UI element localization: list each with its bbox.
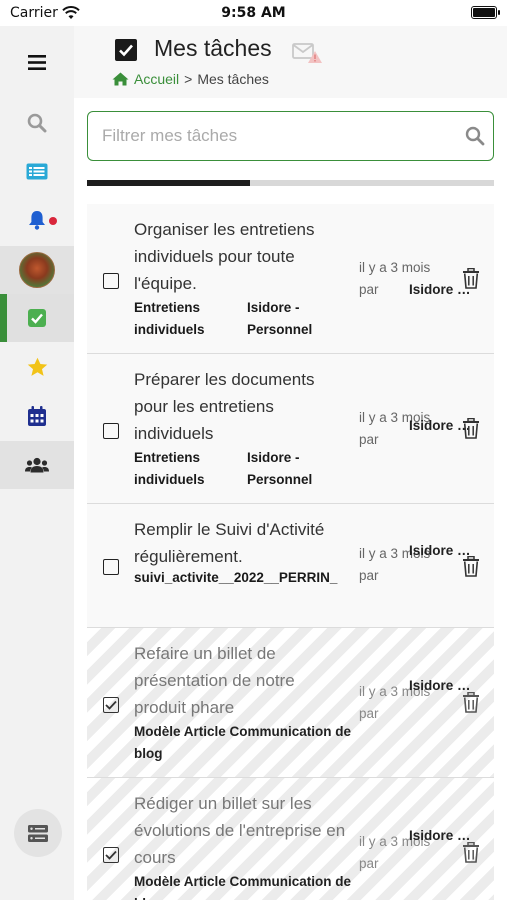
tasks-nav-button[interactable] bbox=[0, 294, 74, 342]
title-checkbox-icon bbox=[115, 39, 137, 61]
task-author: Isidore P… bbox=[409, 828, 473, 843]
news-nav-button[interactable] bbox=[0, 147, 74, 195]
menu-button[interactable] bbox=[0, 38, 74, 86]
team-nav-button[interactable] bbox=[0, 441, 74, 489]
load-progress-bar bbox=[87, 180, 494, 186]
progress-fill bbox=[87, 180, 250, 186]
search-icon bbox=[27, 113, 47, 133]
page-header: Mes tâches Accueil > Mes tâches bbox=[74, 26, 507, 98]
task-list: Organiser les entretiens individuels pou… bbox=[87, 204, 494, 900]
battery-tip bbox=[498, 10, 500, 15]
task-checkbox[interactable] bbox=[103, 559, 119, 575]
server-button[interactable] bbox=[14, 809, 62, 857]
trash-icon[interactable] bbox=[462, 555, 480, 581]
task-title[interactable]: Remplir le Suivi d'Activité régulièremen… bbox=[134, 516, 346, 570]
breadcrumb-current: Mes tâches bbox=[197, 71, 269, 87]
task-owner-group: Isidore - Personnel bbox=[247, 450, 313, 487]
task-checkbox-checked[interactable] bbox=[103, 697, 119, 713]
mail-warning-icon[interactable] bbox=[292, 43, 324, 69]
task-checkbox[interactable] bbox=[103, 423, 119, 439]
list-card-icon bbox=[26, 163, 48, 179]
bell-icon bbox=[29, 211, 45, 230]
notification-dot bbox=[49, 217, 57, 225]
page-title: Mes tâches bbox=[154, 35, 272, 61]
task-row[interactable]: Organiser les entretiens individuels pou… bbox=[87, 204, 494, 354]
task-author: Isidore P… bbox=[409, 678, 473, 693]
task-title[interactable]: Organiser les entretiens individuels pou… bbox=[134, 216, 346, 297]
trash-icon[interactable] bbox=[462, 267, 480, 293]
status-bar: Carrier 9:58 AM bbox=[0, 0, 507, 26]
task-tag: Modèle Article Communication de blog bbox=[134, 724, 352, 761]
star-icon bbox=[27, 357, 47, 376]
breadcrumb: Accueil > Mes tâches bbox=[112, 71, 269, 87]
home-icon[interactable] bbox=[112, 72, 129, 86]
task-checkbox[interactable] bbox=[103, 273, 119, 289]
calendar-nav-button[interactable] bbox=[0, 392, 74, 440]
task-title[interactable]: Préparer les documents pour les entretie… bbox=[134, 366, 346, 447]
trash-icon[interactable] bbox=[462, 417, 480, 443]
task-tag: Modèle Article Communication de blog bbox=[134, 874, 352, 900]
avatar bbox=[19, 252, 55, 288]
trash-icon[interactable] bbox=[462, 691, 480, 717]
favorites-nav-button[interactable] bbox=[0, 343, 74, 391]
notifications-nav-button[interactable] bbox=[0, 196, 74, 244]
users-icon bbox=[25, 457, 49, 473]
task-checkbox-checked[interactable] bbox=[103, 847, 119, 863]
battery-icon bbox=[471, 6, 497, 19]
task-title[interactable]: Refaire un billet de présentation de not… bbox=[134, 640, 346, 721]
search-icon[interactable] bbox=[465, 126, 485, 150]
task-row[interactable]: Préparer les documents pour les entretie… bbox=[87, 354, 494, 504]
server-icon bbox=[28, 824, 48, 842]
task-title[interactable]: Rédiger un billet sur les évolutions de … bbox=[134, 790, 346, 871]
clock: 9:58 AM bbox=[221, 5, 286, 21]
trash-icon[interactable] bbox=[462, 841, 480, 867]
task-row[interactable]: Refaire un billet de présentation de not… bbox=[87, 628, 494, 778]
profile-button[interactable] bbox=[0, 246, 74, 294]
checkbox-icon bbox=[28, 309, 46, 327]
filter-field[interactable] bbox=[87, 111, 494, 161]
calendar-icon bbox=[28, 406, 46, 426]
task-row[interactable]: Remplir le Suivi d'Activité régulièremen… bbox=[87, 504, 494, 628]
search-nav-button[interactable] bbox=[0, 99, 74, 147]
sidebar bbox=[0, 26, 74, 900]
task-tag: suivi_activite__2022__PERRIN_ bbox=[134, 570, 338, 585]
task-row[interactable]: Rédiger un billet sur les évolutions de … bbox=[87, 778, 494, 900]
task-owner-group: Isidore - Personnel bbox=[247, 300, 313, 337]
breadcrumb-separator: > bbox=[184, 71, 193, 87]
hamburger-icon bbox=[28, 54, 46, 70]
breadcrumb-home-link[interactable]: Accueil bbox=[134, 71, 179, 87]
filter-input[interactable] bbox=[102, 124, 442, 148]
task-tag: Entretiens individuels bbox=[134, 450, 205, 487]
task-tag: Entretiens individuels bbox=[134, 300, 205, 337]
